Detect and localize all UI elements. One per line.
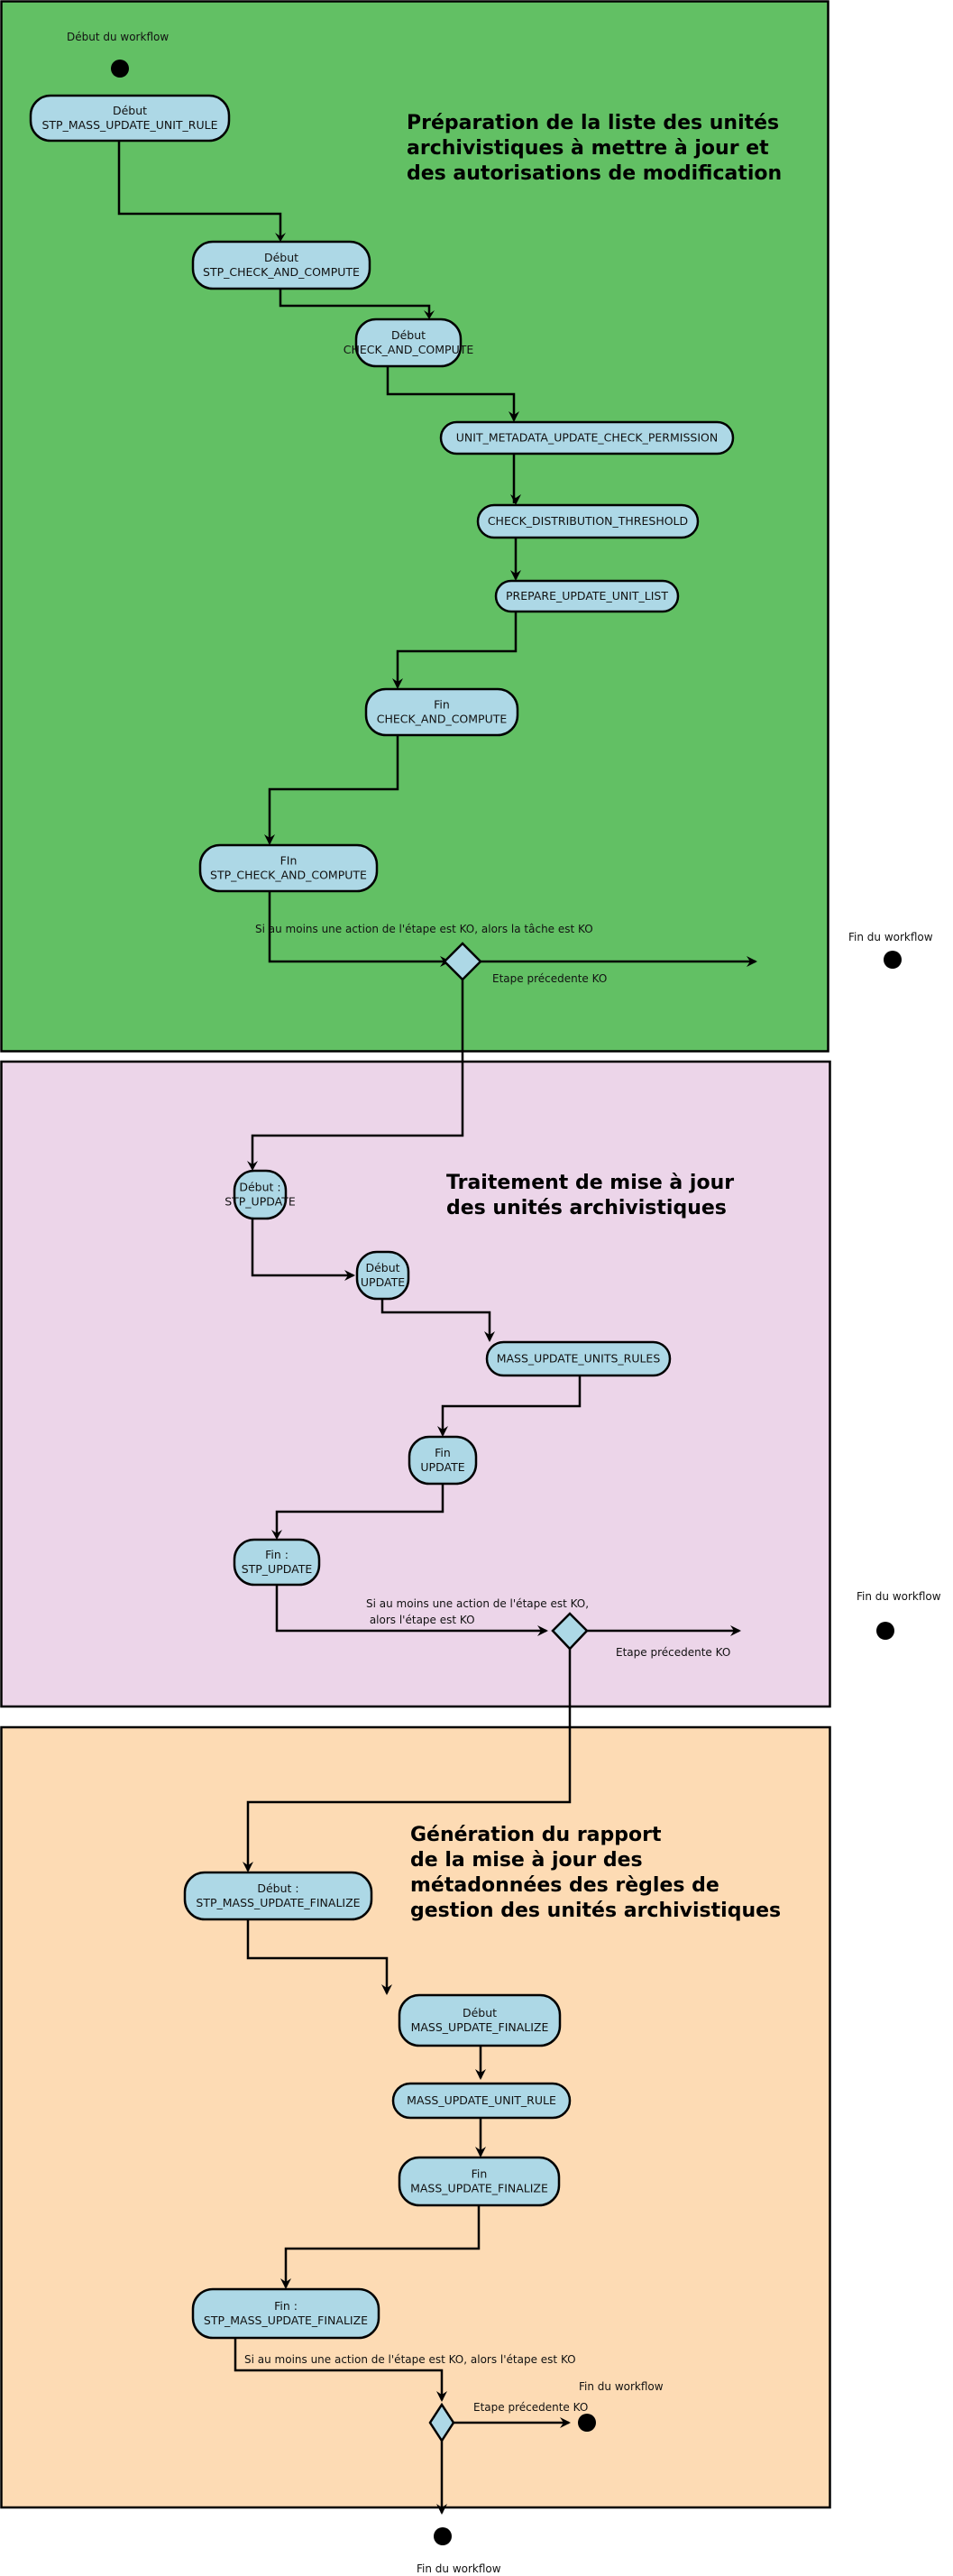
condition-label: Si au moins une action de l'étape est KO… [255, 923, 593, 935]
end-label: Fin du workflow [857, 1590, 941, 1603]
ko-label: Etape précedente KO [616, 1646, 730, 1659]
action-node: Fin : STP_MASS_UPDATE_FINALIZE [191, 2287, 380, 2340]
lane-title-preparation: Préparation de la liste des unités archiv… [407, 112, 782, 185]
final-end-node [434, 2527, 452, 2545]
action-node: Début UPDATE [355, 1250, 410, 1301]
action-node-label: PREPARE_UPDATE_UNIT_LIST [506, 589, 668, 603]
start-label: Début du workflow [67, 31, 169, 43]
end-label: Fin du workflow [848, 931, 933, 943]
action-node: MASS_UPDATE_UNITS_RULES [485, 1340, 672, 1377]
action-node: Début CHECK_AND_COMPUTE [344, 317, 473, 368]
action-node: UNIT_METADATA_UPDATE_CHECK_PERMISSION [439, 420, 735, 455]
action-node-label: UNIT_METADATA_UPDATE_CHECK_PERMISSION [456, 431, 718, 445]
action-node-label: CHECK_DISTRIBUTION_THRESHOLD [488, 514, 688, 528]
action-node-label: MASS_UPDATE_UNITS_RULES [497, 1352, 661, 1366]
end-node [884, 951, 902, 969]
condition-label: Si au moins une action de l'étape est KO… [244, 2353, 576, 2366]
action-node: Fin CHECK_AND_COMPUTE [364, 687, 519, 737]
action-node: Début MASS_UPDATE_FINALIZE [398, 1993, 562, 2047]
end-node [578, 2414, 596, 2432]
ko-label: Etape précedente KO [473, 2401, 588, 2414]
action-node: Fin UPDATE [408, 1435, 478, 1486]
final-end-label: Fin du workflow [417, 2562, 501, 2575]
action-node: CHECK_DISTRIBUTION_THRESHOLD [476, 503, 700, 539]
workflow-diagram: Préparation de la liste des unités archiv… [0, 0, 941, 2575]
action-node-label: MASS_UPDATE_UNIT_RULE [407, 2093, 556, 2107]
action-node: MASS_UPDATE_UNIT_RULE [391, 2082, 572, 2120]
action-node: Fin MASS_UPDATE_FINALIZE [398, 2156, 561, 2207]
action-node: Fin : STP_UPDATE [233, 1538, 321, 1587]
action-node: Début STP_CHECK_AND_COMPUTE [191, 240, 371, 290]
ko-label: Etape précedente KO [492, 972, 607, 985]
action-node: FIn STP_CHECK_AND_COMPUTE [198, 843, 379, 893]
action-node: Début STP_MASS_UPDATE_UNIT_RULE [29, 94, 231, 143]
action-node: PREPARE_UPDATE_UNIT_LIST [494, 579, 680, 613]
action-node-label: Début UPDATE [361, 1261, 405, 1289]
end-node [876, 1622, 894, 1640]
action-node: Début : STP_MASS_UPDATE_FINALIZE [183, 1871, 373, 1921]
start-node [111, 60, 129, 78]
end-label: Fin du workflow [579, 2380, 664, 2393]
